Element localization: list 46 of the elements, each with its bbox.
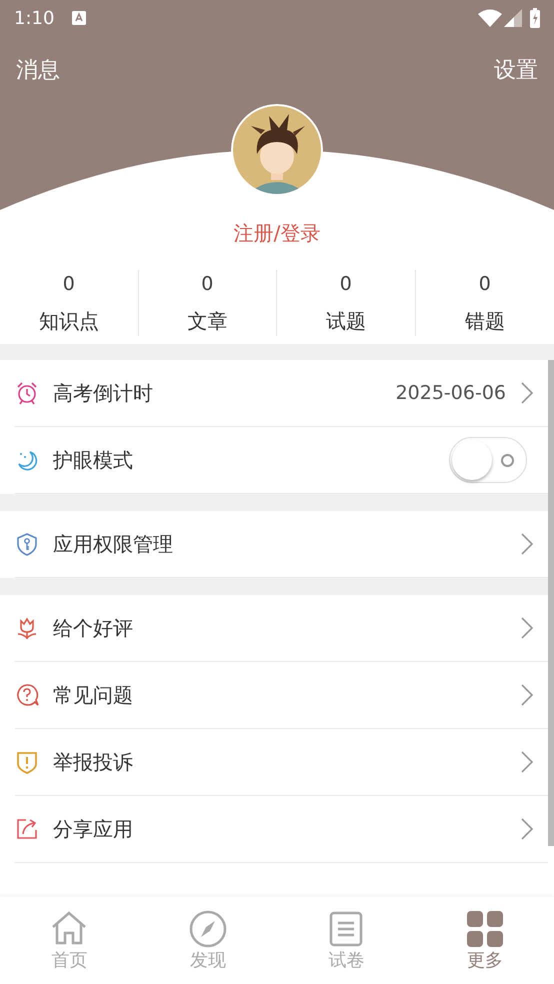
chevron-right-icon bbox=[520, 683, 534, 707]
row-value: 2025-06-06 bbox=[396, 380, 506, 406]
settings-link[interactable]: 设置 bbox=[494, 54, 538, 86]
stat-label[interactable]: 错题 bbox=[464, 306, 505, 336]
stat-count: 0 bbox=[62, 272, 75, 297]
chevron-right-icon bbox=[520, 750, 534, 774]
keyboard-icon bbox=[72, 11, 86, 25]
register-login-link[interactable]: 注册/登录 bbox=[234, 218, 320, 248]
row-label: 分享应用 bbox=[53, 816, 133, 843]
stat-label[interactable]: 试题 bbox=[326, 306, 366, 336]
compass-icon bbox=[188, 909, 228, 949]
nav-tab[interactable]: 更多 bbox=[416, 897, 554, 984]
stat-count: 0 bbox=[201, 272, 214, 297]
row-label: 常见问题 bbox=[53, 682, 133, 709]
status-time: 1:10 bbox=[14, 6, 54, 30]
row-label: 给个好评 bbox=[53, 615, 133, 642]
share-icon bbox=[15, 817, 39, 841]
row-label: 举报投诉 bbox=[53, 749, 133, 776]
chevron-right-icon bbox=[520, 616, 534, 640]
settings-row[interactable]: 高考倒计时 2025-06-06 bbox=[15, 360, 548, 427]
messages-link[interactable]: 消息 bbox=[16, 54, 60, 86]
stat-count: 0 bbox=[478, 272, 491, 297]
warning-shield-icon bbox=[15, 750, 39, 774]
row-label: 应用权限管理 bbox=[53, 531, 173, 558]
question-bubble-icon bbox=[15, 683, 39, 707]
shield-key-icon bbox=[15, 532, 39, 556]
signal-icon bbox=[504, 9, 522, 27]
settings-row[interactable]: 给个好评 bbox=[15, 595, 548, 662]
chevron-right-icon bbox=[520, 817, 534, 841]
settings-row[interactable]: 常见问题 bbox=[15, 662, 548, 729]
tulip-icon bbox=[15, 616, 39, 640]
stat-label[interactable]: 知识点 bbox=[38, 306, 99, 336]
alarm-clock-icon bbox=[15, 381, 39, 405]
chevron-right-icon bbox=[520, 532, 534, 556]
battery-icon bbox=[530, 8, 540, 28]
wifi-icon bbox=[478, 9, 502, 27]
settings-row[interactable]: 护眼模式 bbox=[15, 427, 548, 494]
chevron-right-icon bbox=[520, 381, 534, 405]
row-label: 高考倒计时 bbox=[53, 380, 153, 407]
stat-count: 0 bbox=[340, 272, 352, 297]
row-label: 护眼模式 bbox=[53, 447, 133, 474]
grid-icon bbox=[464, 909, 505, 949]
eye-care-toggle[interactable] bbox=[449, 437, 527, 483]
stat-label[interactable]: 文章 bbox=[187, 306, 228, 336]
settings-row[interactable]: 举报投诉 bbox=[15, 729, 548, 796]
settings-row[interactable]: 分享应用 bbox=[15, 796, 548, 863]
